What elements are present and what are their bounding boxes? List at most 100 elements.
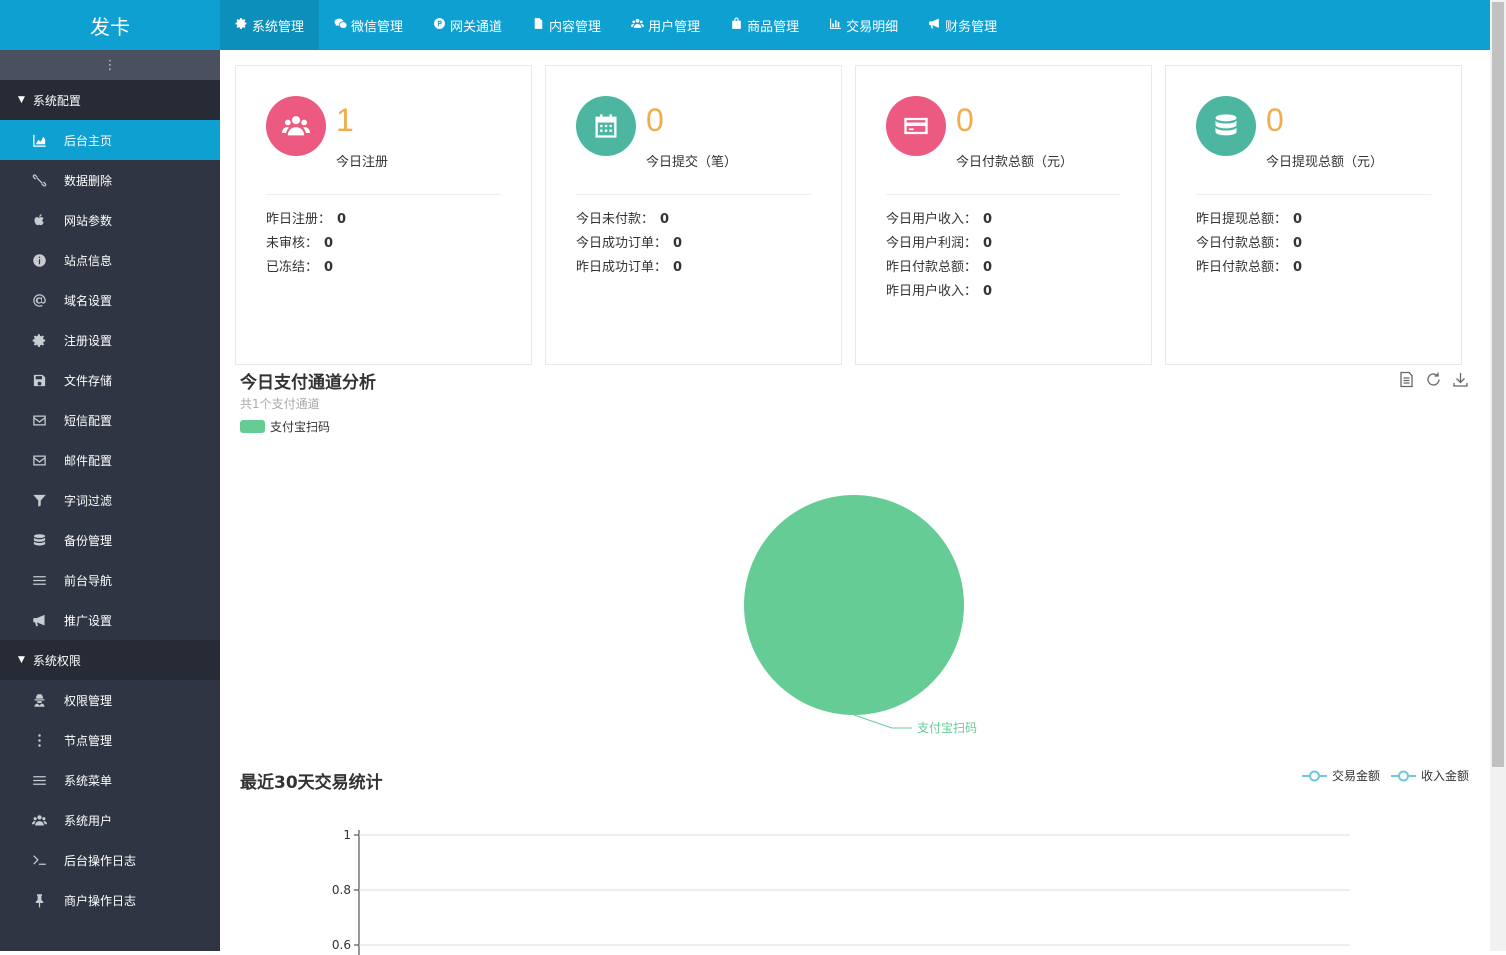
pie-label-line xyxy=(853,714,912,729)
stat-label: 今日提现总额（元） xyxy=(1266,155,1384,170)
stat-row-key: 昨日注册： xyxy=(266,212,332,227)
topnav-item[interactable]: 网关通道 xyxy=(418,0,517,50)
stat-row-value: 0 xyxy=(983,260,993,275)
y-tick-label: 0.8 xyxy=(332,883,351,897)
main-content: 1 今日注册 昨日注册： 0 未审核： 0 已冻结： 0 0 今日提交（笔） 今日未付款： 0 今日成功… xyxy=(220,50,1490,955)
apple-icon xyxy=(30,211,48,229)
stat-card: 1 今日注册 昨日注册： 0 未审核： 0 已冻结： 0 xyxy=(235,65,532,365)
sidebar-item[interactable]: 后台操作日志 xyxy=(0,840,220,880)
topnav-item[interactable]: 财务管理 xyxy=(913,0,1012,50)
gear-icon xyxy=(235,17,248,34)
topnav-label: 用户管理 xyxy=(648,19,701,35)
stat-row-value: 0 xyxy=(660,212,670,227)
sidebar-item-label: 网站参数 xyxy=(64,213,113,228)
sidebar-item[interactable]: 系统菜单 xyxy=(0,760,220,800)
stat-label: 今日提交（笔） xyxy=(646,155,738,170)
stat-card: 0 今日提交（笔） 今日未付款： 0 今日成功订单： 0 昨日成功订单： 0 xyxy=(545,65,842,365)
pie-chart: 支付宝扫码 xyxy=(744,495,977,735)
list-icon xyxy=(30,771,48,789)
stat-row: 今日用户收入： 0 xyxy=(886,208,992,232)
stat-row-key: 今日付款总额： xyxy=(1196,236,1288,251)
topnav-item[interactable]: 商品管理 xyxy=(715,0,814,50)
chart-toolbox xyxy=(1398,371,1469,392)
topnav-item[interactable]: 微信管理 xyxy=(319,0,418,50)
sidebar-item-label: 系统菜单 xyxy=(64,773,113,788)
page-scrollbar[interactable] xyxy=(1490,0,1506,951)
y-tick-label: 1 xyxy=(343,828,351,842)
wechat-icon xyxy=(334,17,347,34)
topnav-label: 商品管理 xyxy=(747,19,800,35)
users-icon xyxy=(266,96,326,156)
stat-row-value: 0 xyxy=(1293,260,1303,275)
sidebar-item[interactable]: 文件存储 xyxy=(0,360,220,400)
sidebar-group[interactable]: ▼ 系统配置 xyxy=(0,80,220,120)
stat-row: 昨日付款总额： 0 xyxy=(886,256,992,280)
stat-row-key: 昨日提现总额： xyxy=(1196,212,1288,227)
brand-logo[interactable]: 发卡 xyxy=(0,0,220,50)
save-icon xyxy=(30,371,48,389)
stat-rows: 今日未付款： 0 今日成功订单： 0 昨日成功订单： 0 xyxy=(576,208,682,280)
sidebar-item-label: 短信配置 xyxy=(64,413,113,428)
stat-row: 今日付款总额： 0 xyxy=(1196,232,1302,256)
sidebar-toggle[interactable]: ⋮ xyxy=(0,50,220,80)
sidebar-item[interactable]: 前台导航 xyxy=(0,560,220,600)
refresh-icon[interactable] xyxy=(1425,371,1442,392)
ellipsis-icon xyxy=(30,731,48,749)
data-view-icon[interactable] xyxy=(1398,371,1415,392)
stat-value: 0 xyxy=(956,102,974,138)
at-icon xyxy=(30,291,48,309)
sidebar-item-label: 节点管理 xyxy=(64,733,113,748)
stat-card: 0 今日付款总额（元） 今日用户收入： 0 今日用户利润： 0 昨日付款总额： 0 昨日用户收入… xyxy=(855,65,1152,365)
database-icon xyxy=(1196,96,1256,156)
stat-row-key: 今日用户收入： xyxy=(886,212,978,227)
line-legend-label: 收入金额 xyxy=(1421,769,1470,783)
caret-down-icon: ▼ xyxy=(18,95,25,105)
sidebar-item[interactable]: 权限管理 xyxy=(0,680,220,720)
scrollbar-thumb[interactable] xyxy=(1492,2,1504,767)
sidebar-item[interactable]: 备份管理 xyxy=(0,520,220,560)
sidebar-item[interactable]: 域名设置 xyxy=(0,280,220,320)
sidebar-item[interactable]: 网站参数 xyxy=(0,200,220,240)
stat-row-value: 0 xyxy=(983,212,993,227)
users-icon xyxy=(631,17,645,34)
sidebar-item[interactable]: 站点信息 xyxy=(0,240,220,280)
sidebar-item[interactable]: 商户操作日志 xyxy=(0,880,220,920)
topnav-item[interactable]: 系统管理 xyxy=(220,0,320,50)
sidebar-item[interactable]: 注册设置 xyxy=(0,320,220,360)
link-icon xyxy=(30,171,48,189)
sidebar-item[interactable]: 邮件配置 xyxy=(0,440,220,480)
sidebar-item-label: 后台主页 xyxy=(64,133,113,148)
topnav-item[interactable]: 交易明细 xyxy=(814,0,913,50)
stat-row: 昨日用户收入： 0 xyxy=(886,280,992,304)
sidebar-item[interactable]: 系统用户 xyxy=(0,800,220,840)
stat-row-value: 0 xyxy=(1293,212,1303,227)
stat-row: 昨日付款总额： 0 xyxy=(1196,256,1302,280)
topnav-item[interactable]: 用户管理 xyxy=(616,0,715,50)
sidebar-item[interactable]: 后台主页 xyxy=(0,120,220,160)
stat-row-value: 0 xyxy=(673,236,683,251)
stat-row: 今日成功订单： 0 xyxy=(576,232,682,256)
pie-slice[interactable] xyxy=(744,495,964,715)
pin-icon xyxy=(30,891,48,909)
sidebar-item[interactable]: 短信配置 xyxy=(0,400,220,440)
topnav-label: 网关通道 xyxy=(450,19,503,35)
stat-row: 今日未付款： 0 xyxy=(576,208,682,232)
stat-label: 今日注册 xyxy=(336,155,389,170)
divider xyxy=(266,194,501,195)
topnav-item[interactable]: 内容管理 xyxy=(517,0,616,50)
sidebar-item[interactable]: 节点管理 xyxy=(0,720,220,760)
line-legend-label: 交易金额 xyxy=(1332,769,1381,783)
sidebar-item-label: 备份管理 xyxy=(64,533,113,548)
sidebar-group[interactable]: ▼ 系统权限 xyxy=(0,640,220,680)
line-legend-item[interactable]: 交易金额 xyxy=(1302,767,1380,784)
line-legend-item[interactable]: 收入金额 xyxy=(1391,767,1469,784)
sidebar-item[interactable]: 数据删除 xyxy=(0,160,220,200)
stat-row: 昨日注册： 0 xyxy=(266,208,346,232)
bar-chart-icon xyxy=(829,17,842,34)
sidebar-item[interactable]: 推广设置 xyxy=(0,600,220,640)
sidebar-item[interactable]: 字词过滤 xyxy=(0,480,220,520)
document-icon xyxy=(532,17,545,34)
gear-icon xyxy=(30,331,48,349)
stat-rows: 昨日提现总额： 0 今日付款总额： 0 昨日付款总额： 0 xyxy=(1196,208,1302,280)
download-icon[interactable] xyxy=(1452,371,1469,392)
